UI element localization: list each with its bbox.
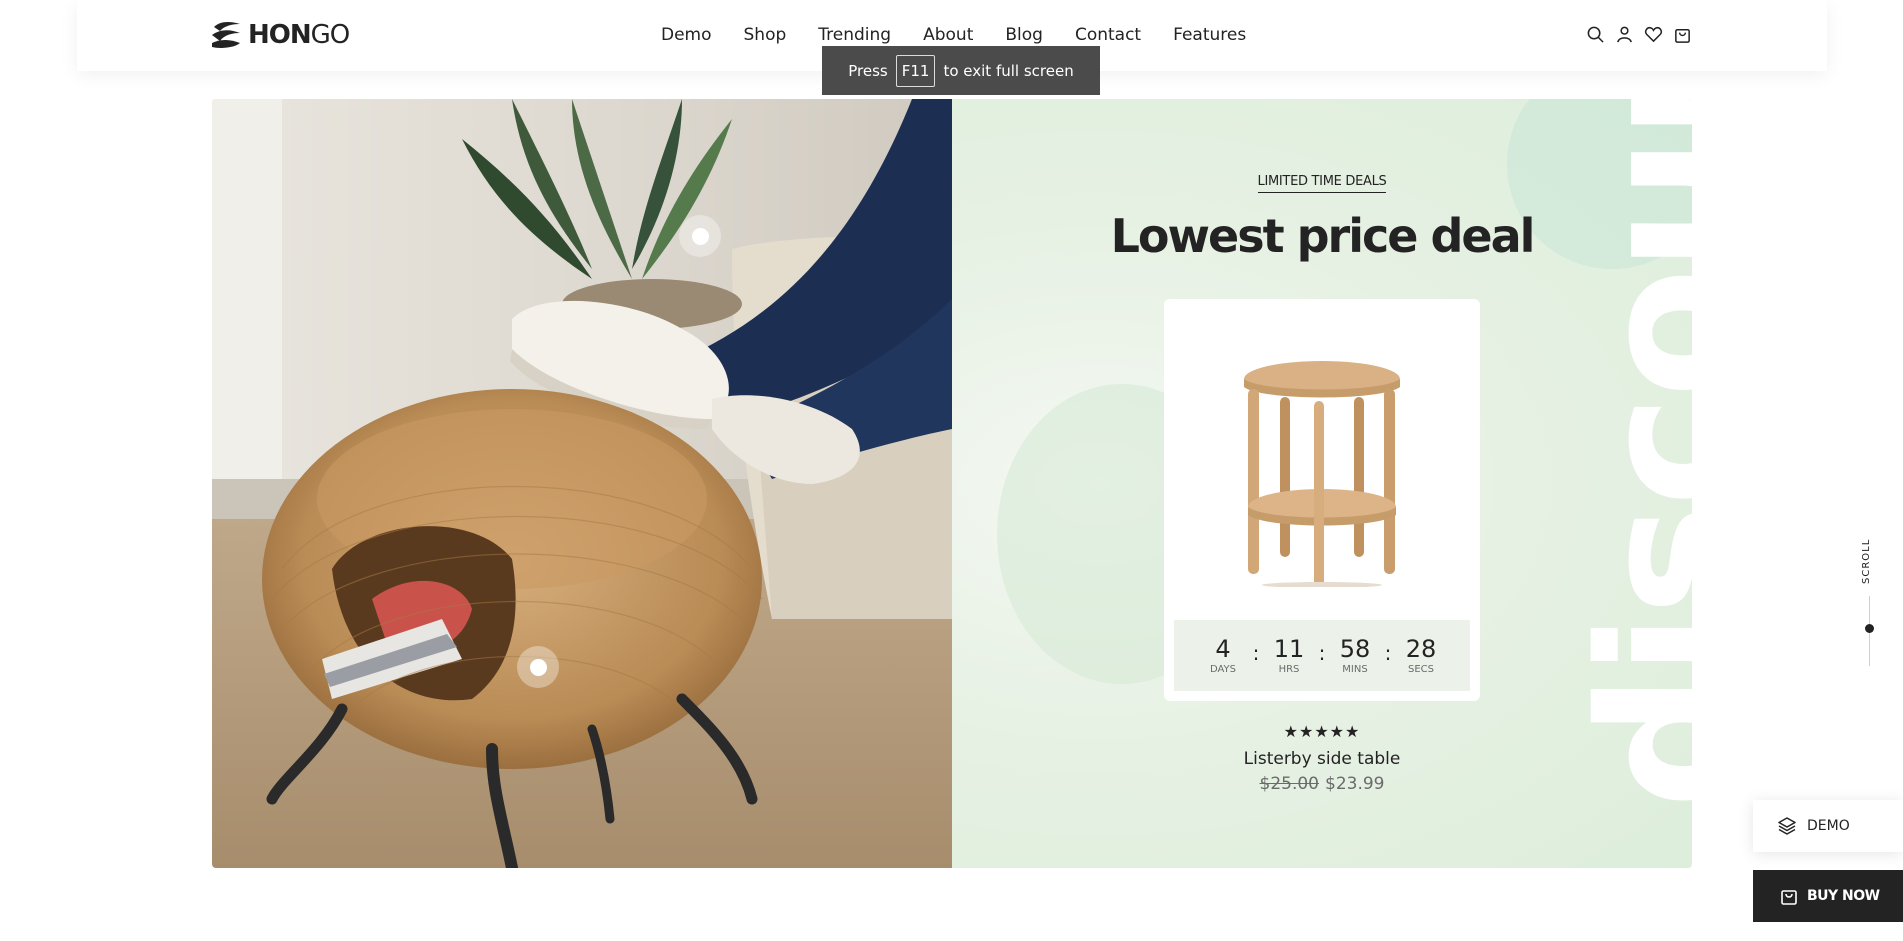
- fullscreen-toast: Press F11 to exit full screen: [822, 46, 1100, 95]
- logo-text-bold: HON: [248, 20, 312, 50]
- search-icon[interactable]: [1586, 25, 1605, 44]
- scroll-dot: [1865, 624, 1874, 633]
- countdown-separator: :: [1318, 640, 1326, 665]
- heart-icon[interactable]: [1644, 25, 1663, 44]
- countdown-value: 58: [1339, 634, 1371, 663]
- hotspot-plant[interactable]: [679, 215, 721, 257]
- product-image: [1244, 361, 1400, 587]
- header-icons: [1586, 25, 1692, 44]
- deal-eyebrow: LIMITED TIME DEALS: [952, 174, 1692, 193]
- lifestyle-photo: [212, 99, 952, 868]
- product-name[interactable]: Listerby side table: [952, 749, 1692, 769]
- countdown-label: Mins: [1342, 663, 1368, 675]
- logo-text: HONGO: [248, 20, 351, 50]
- nav-shop[interactable]: Shop: [744, 24, 787, 46]
- countdown-minutes: 58 Mins: [1332, 635, 1378, 677]
- deal-section: discount LIMITED TIME DEALS Lowest price…: [952, 99, 1692, 868]
- deal-headline: Lowest price deal: [1110, 209, 1536, 263]
- countdown-seconds: 28 Secs: [1398, 635, 1444, 677]
- price-new: $23.99: [1325, 774, 1385, 794]
- countdown-days: 4 Days: [1200, 635, 1246, 677]
- nav-demo[interactable]: Demo: [661, 24, 712, 46]
- nav-features[interactable]: Features: [1173, 24, 1246, 46]
- rating-stars: ★★★★★: [1283, 724, 1361, 741]
- demo-button[interactable]: DEMO: [1753, 800, 1903, 852]
- toast-key: F11: [895, 54, 936, 87]
- nav-about[interactable]: About: [923, 24, 973, 46]
- countdown-separator: :: [1384, 640, 1392, 665]
- countdown-value: 4: [1215, 634, 1231, 663]
- layers-icon: [1778, 817, 1796, 835]
- countdown-hours: 11 Hrs: [1266, 635, 1312, 677]
- product-card[interactable]: 4 Days : 11 Hrs : 58 Mins : 28 Secs: [1164, 299, 1480, 701]
- deal-eyebrow-text: LIMITED TIME DEALS: [1257, 174, 1387, 193]
- photo-illustration: [212, 99, 952, 868]
- user-icon[interactable]: [1615, 25, 1634, 44]
- logo-mark-icon: [212, 22, 240, 48]
- countdown-label: Secs: [1408, 663, 1434, 675]
- nav-trending[interactable]: Trending: [818, 24, 891, 46]
- hotspot-pouffe[interactable]: [517, 646, 559, 688]
- bag-icon: [1781, 890, 1797, 905]
- watermark-text: discount: [1559, 99, 1692, 809]
- main-nav: Demo Shop Trending About Blog Contact Fe…: [661, 24, 1278, 46]
- demo-button-label: DEMO: [1807, 818, 1850, 834]
- countdown-value: 11: [1273, 634, 1305, 663]
- countdown-separator: :: [1252, 640, 1260, 665]
- nav-contact[interactable]: Contact: [1075, 24, 1141, 46]
- logo-text-thin: GO: [310, 20, 351, 50]
- logo[interactable]: HONGO: [212, 20, 351, 50]
- countdown-label: Days: [1209, 663, 1237, 675]
- countdown-label: Hrs: [1278, 663, 1300, 675]
- scroll-label: SCROLL: [1861, 538, 1872, 584]
- nav-blog[interactable]: Blog: [1005, 24, 1043, 46]
- countdown-timer: 4 Days : 11 Hrs : 58 Mins : 28 Secs: [1174, 620, 1470, 691]
- toast-text-after: to exit full screen: [943, 61, 1074, 80]
- price-old: $25.00: [1259, 774, 1319, 794]
- buy-now-button[interactable]: BUY NOW: [1753, 870, 1903, 922]
- scroll-indicator[interactable]: SCROLL: [1860, 536, 1880, 666]
- buy-now-label: BUY NOW: [1807, 888, 1880, 904]
- toast-text-before: Press: [848, 61, 888, 80]
- countdown-value: 28: [1405, 634, 1437, 663]
- product-price: $25.00 $23.99: [952, 774, 1692, 794]
- bag-icon[interactable]: [1673, 25, 1692, 44]
